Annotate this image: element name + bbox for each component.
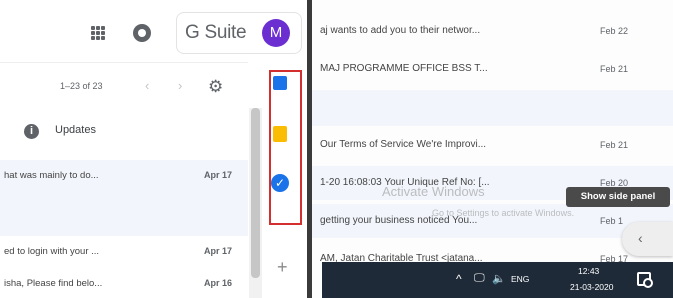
- mail-snippet: isha, Please find belo...: [4, 278, 103, 289]
- list-item[interactable]: isha, Please find belo... Apr 16: [0, 268, 248, 298]
- language-indicator[interactable]: ENG: [511, 274, 529, 284]
- chevron-left-icon: ‹: [638, 230, 643, 246]
- mail-snippet: ed to login with your ...: [4, 246, 100, 257]
- list-item[interactable]: MAJ PROGRAMME OFFICE BSS T... Feb 21: [312, 52, 673, 86]
- scrollbar-thumb[interactable]: [251, 108, 260, 278]
- list-item-blank[interactable]: [312, 90, 673, 126]
- list-item[interactable]: ed to login with your ... Apr 17: [0, 236, 248, 268]
- notification-icon[interactable]: [637, 272, 653, 288]
- activate-windows-watermark: Activate Windows: [382, 184, 485, 199]
- mail-date: Apr 17: [203, 246, 232, 256]
- mail-date: Feb 22: [600, 26, 629, 36]
- pager-count: 1–23 of 23: [60, 81, 103, 91]
- show-side-panel-tooltip: Show side panel: [566, 187, 670, 207]
- tasks-icon[interactable]: ✓: [271, 174, 289, 192]
- gmail-pane: G Suite M 1–23 of 23 ‹ › ⚙ i Updates hat…: [0, 0, 307, 298]
- mail-date: Feb 21: [600, 64, 629, 74]
- avatar[interactable]: M: [262, 19, 290, 47]
- mail-snippet: Our Terms of Service We're Improvi...: [320, 139, 487, 150]
- chevron-up-icon[interactable]: ^: [456, 272, 462, 286]
- list-item[interactable]: hat was mainly to do... Apr 17: [0, 160, 248, 192]
- mail-snippet: aj wants to add you to their networ...: [320, 25, 481, 36]
- add-icon[interactable]: +: [277, 257, 288, 278]
- updates-label: Updates: [55, 124, 96, 136]
- list-item-blank[interactable]: [0, 192, 248, 236]
- list-item[interactable]: aj wants to add you to their networ... F…: [312, 14, 673, 48]
- keep-icon[interactable]: [273, 126, 287, 142]
- mail-date: Apr 17: [203, 170, 232, 180]
- mail-date: Feb 1: [600, 216, 624, 226]
- chevron-left-icon[interactable]: ‹: [145, 78, 149, 93]
- scrollbar[interactable]: [249, 108, 262, 298]
- chevron-right-icon[interactable]: ›: [178, 78, 182, 93]
- gsuite-logo: G Suite: [185, 22, 247, 43]
- info-icon: i: [24, 124, 39, 139]
- top-bar: G Suite M: [0, 0, 307, 62]
- help-icon[interactable]: [133, 24, 151, 42]
- gsuite-account-box[interactable]: G Suite M: [176, 12, 302, 54]
- windows-taskbar: ^ 🖵 🔈 ENG 12:43 21-03-2020: [322, 262, 673, 298]
- clock-time[interactable]: 12:43: [578, 266, 599, 276]
- right-pane: aj wants to add you to their networ... F…: [312, 0, 673, 298]
- clock-date[interactable]: 21-03-2020: [570, 282, 613, 292]
- calendar-icon[interactable]: [273, 76, 287, 90]
- gear-icon[interactable]: ⚙: [208, 78, 223, 95]
- mail-snippet: MAJ PROGRAMME OFFICE BSS T...: [320, 63, 488, 74]
- mail-date: Apr 16: [203, 278, 232, 288]
- highlight-box: [269, 70, 302, 225]
- mail-date: Feb 21: [600, 140, 629, 150]
- mail-snippet: hat was mainly to do...: [4, 170, 99, 181]
- side-panel: ✓ +: [263, 62, 307, 298]
- show-side-panel-button[interactable]: ‹: [622, 222, 673, 256]
- grid-apps-icon[interactable]: [91, 26, 105, 40]
- list-item[interactable]: Our Terms of Service We're Improvi... Fe…: [312, 128, 673, 162]
- tab-updates[interactable]: i Updates: [0, 116, 248, 152]
- network-icon[interactable]: 🖵: [474, 272, 485, 285]
- list-toolbar: 1–23 of 23 ‹ › ⚙: [0, 62, 248, 108]
- volume-icon[interactable]: 🔈: [492, 272, 506, 285]
- activate-windows-subtitle: Go to Settings to activate Windows.: [432, 208, 575, 218]
